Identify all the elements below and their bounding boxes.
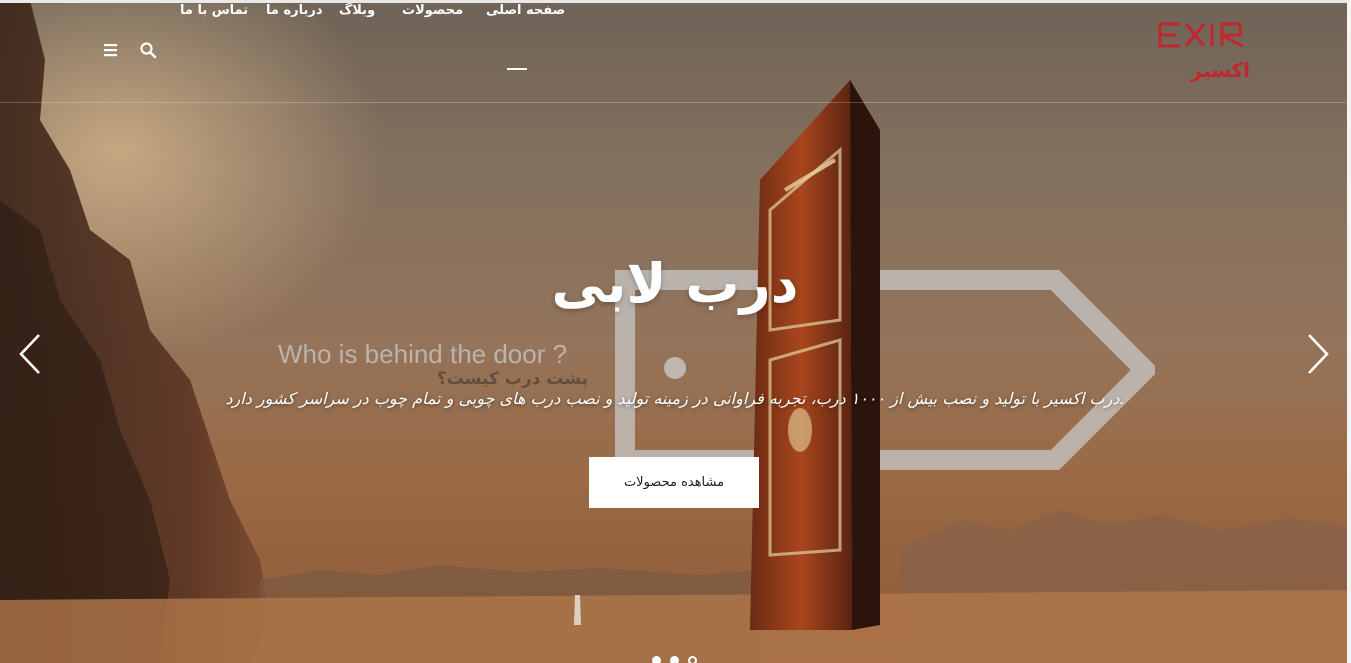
carousel-dot-active[interactable] (688, 656, 697, 663)
sign-english-text: Who is behind the door ? (278, 339, 568, 369)
carousel-dot[interactable] (652, 656, 661, 663)
top-border (0, 0, 1351, 3)
slide-description: .درب اکسیر با تولید و نصب بیش از ۱۰۰۰ در… (225, 389, 1125, 408)
prev-slide-arrow[interactable] (17, 333, 43, 375)
navbar: صفحه اصلی محصولات وبلاگ درباره ما تماس ب… (0, 3, 1351, 103)
desert-landscape (0, 510, 1351, 663)
search-icon[interactable] (139, 41, 157, 59)
sign-persian-text: پشت درب کیست؟ (436, 369, 588, 389)
slide-title: درب لابی (551, 252, 799, 315)
page-edge (1347, 0, 1351, 663)
nav-item-blog[interactable]: وبلاگ (339, 3, 375, 18)
carousel-dots (648, 656, 708, 663)
nav-item-about[interactable]: درباره ما (266, 3, 323, 18)
next-slide-arrow[interactable] (1305, 333, 1331, 375)
menu-icon[interactable] (102, 41, 120, 59)
logo-persian-text: اکسیر (1190, 58, 1250, 82)
carousel-dot[interactable] (670, 656, 679, 663)
view-products-button[interactable]: مشاهده محصولات (589, 457, 759, 508)
nav-item-contact[interactable]: تماس با ما (180, 3, 248, 18)
hero-slide: صفحه اصلی محصولات وبلاگ درباره ما تماس ب… (0, 0, 1351, 663)
nav-active-indicator (507, 68, 527, 70)
nav-item-home[interactable]: صفحه اصلی (486, 3, 565, 18)
nav-item-products[interactable]: محصولات (402, 3, 463, 18)
door-illustration (750, 80, 880, 630)
